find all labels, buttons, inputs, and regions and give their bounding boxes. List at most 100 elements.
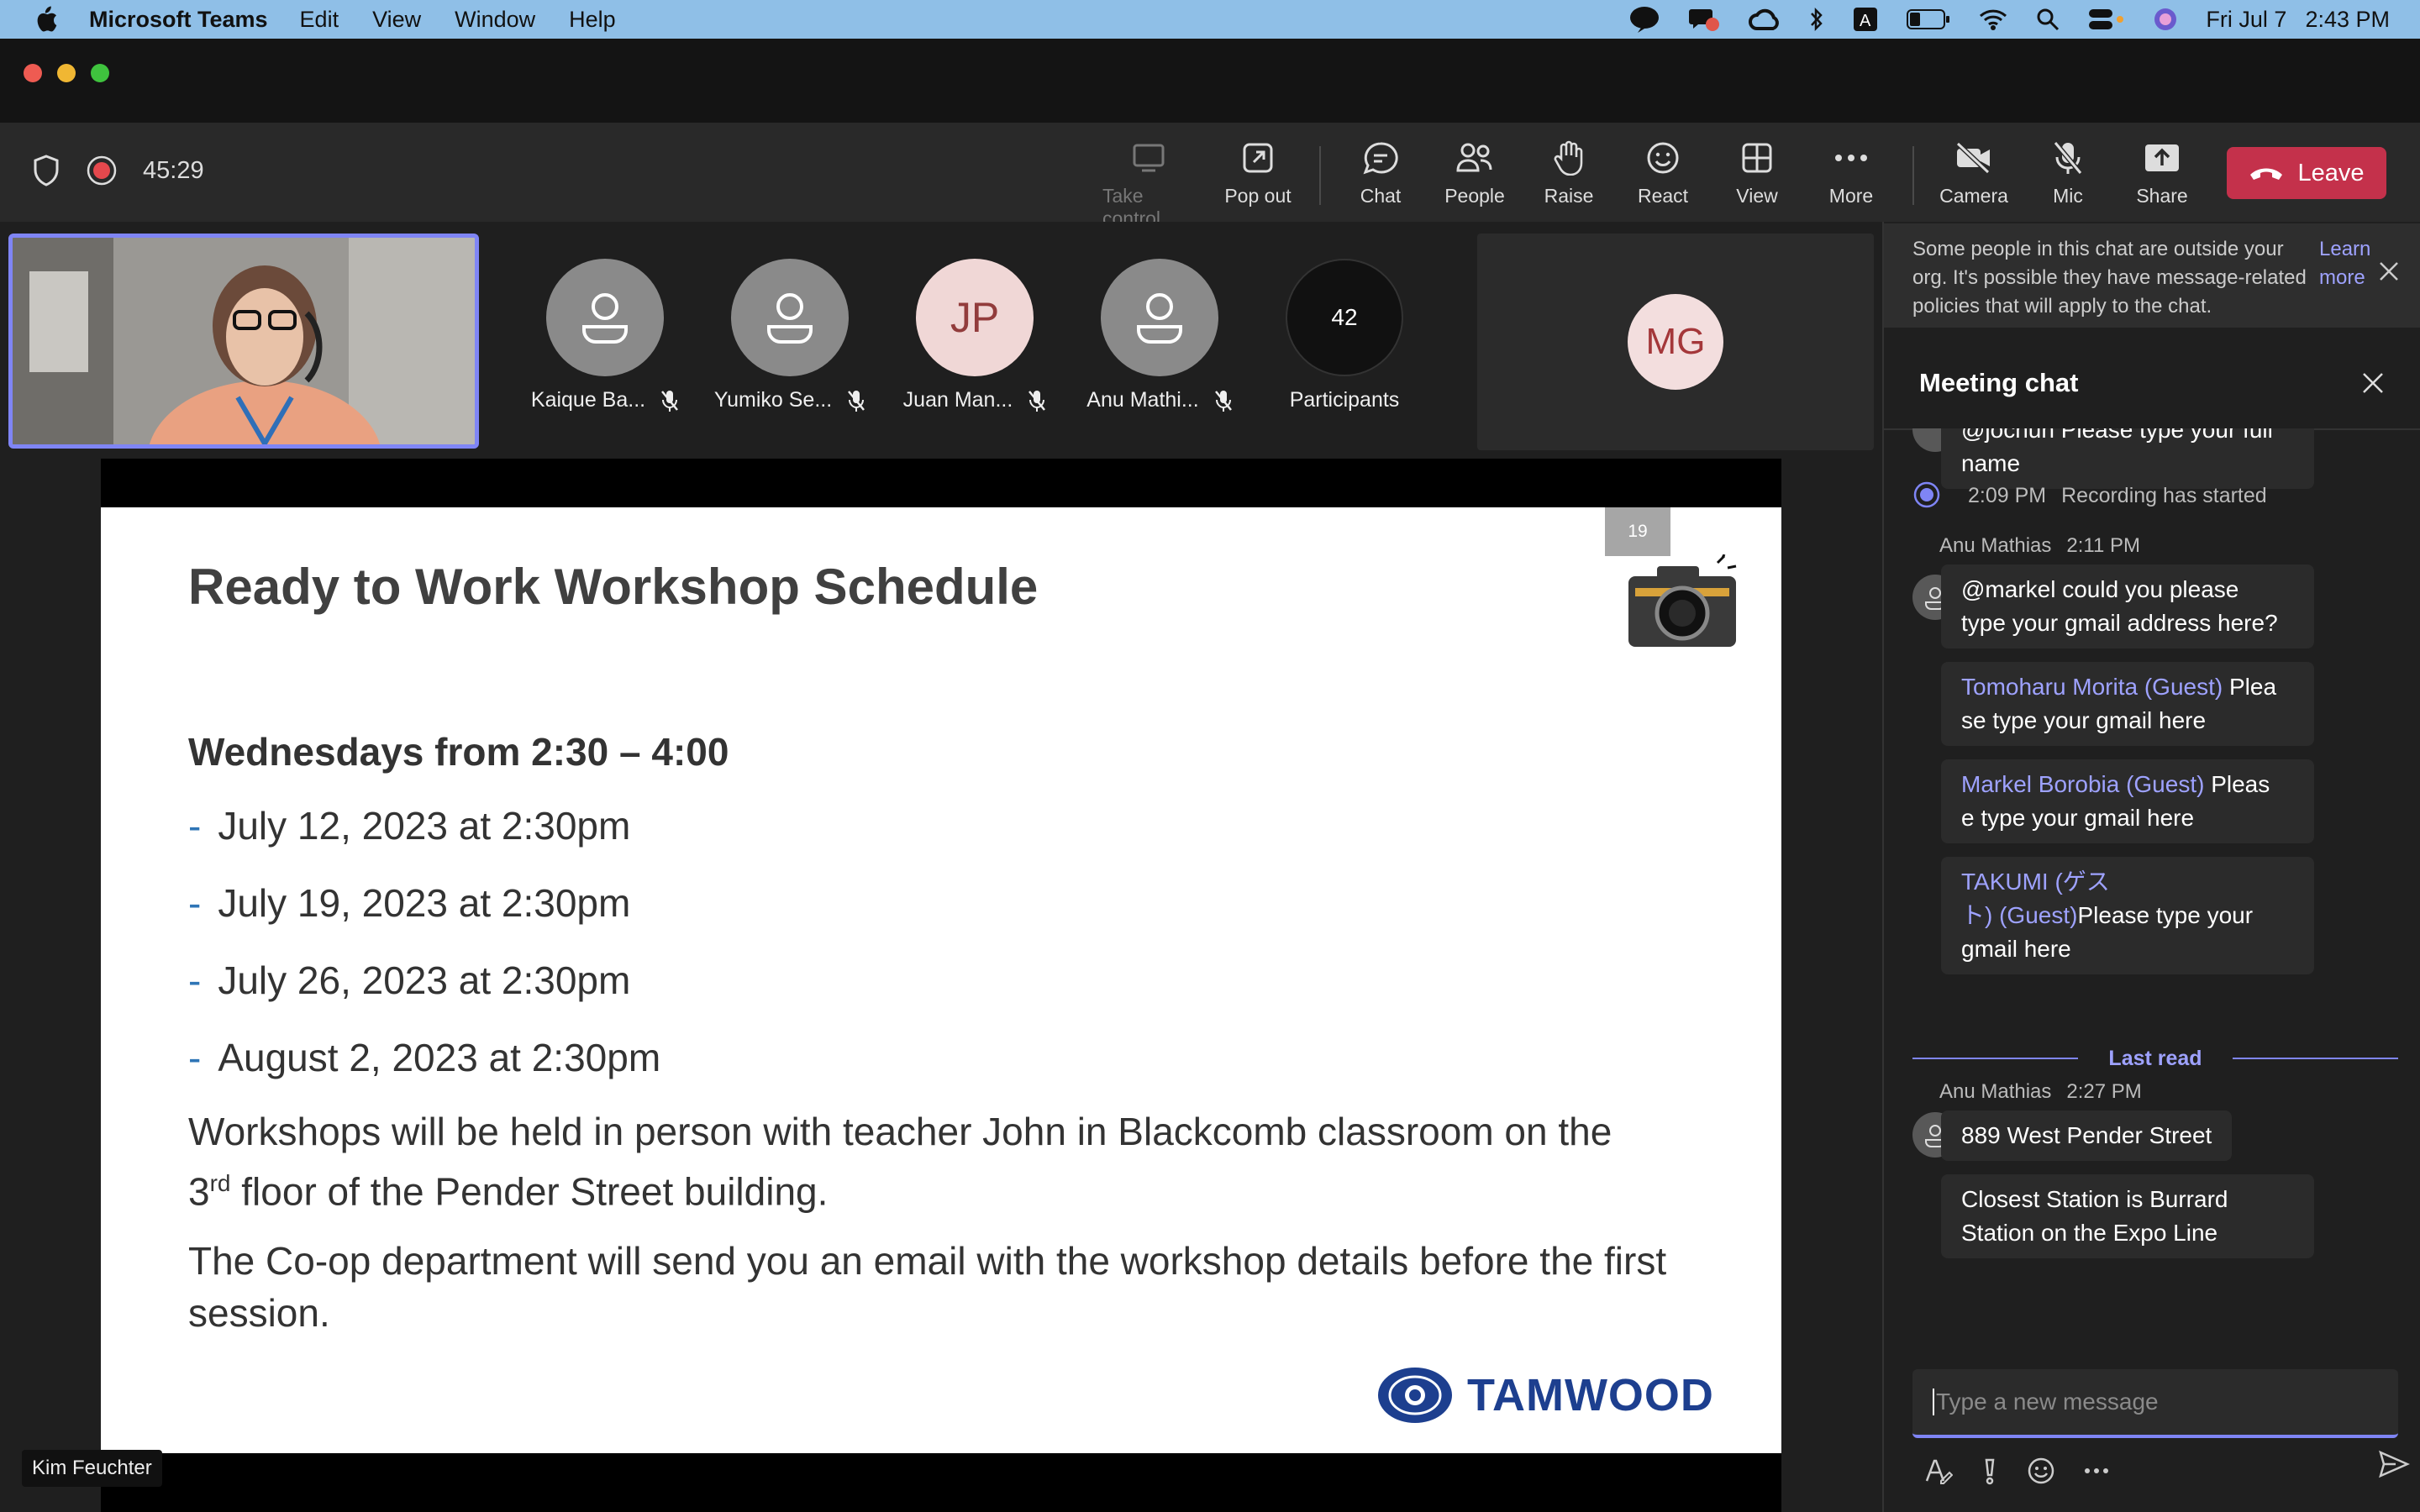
participant-tile-mg[interactable]: MG	[1477, 234, 1874, 450]
message-author: Anu Mathias	[1939, 1080, 2052, 1103]
format-icon[interactable]	[1924, 1457, 1953, 1484]
message-author: Anu Mathias	[1939, 534, 2052, 557]
apple-icon[interactable]	[34, 6, 59, 33]
control-center-icon[interactable]	[2088, 8, 2125, 31]
battery-icon[interactable]	[1907, 9, 1950, 29]
presenter-video[interactable]	[8, 234, 479, 449]
bluetooth-icon[interactable]	[1809, 7, 1824, 32]
guest-name: Tomoharu Morita (Guest)	[1961, 674, 2223, 700]
chat-message[interactable]: Tomoharu Morita (Guest) Plea se type you…	[1941, 662, 2314, 746]
slide-list-item: - July 12, 2023 at 2:30pm	[188, 804, 631, 848]
camera-off-icon	[1954, 141, 1993, 175]
message-compose-box[interactable]	[1912, 1369, 2398, 1438]
last-read-label: Last read	[2108, 1046, 2202, 1070]
chat-title: Meeting chat	[1919, 368, 2079, 397]
avatar: JP	[916, 259, 1034, 376]
avatar	[1101, 259, 1218, 376]
zoom-window-button[interactable]	[91, 64, 109, 82]
system-message: 2:09 PM Recording has started	[1968, 484, 2267, 508]
message-text: type your gmail address here?	[1961, 610, 2278, 636]
chat-notification-icon[interactable]	[1688, 6, 1720, 33]
take-control-button[interactable]: Take control	[1102, 141, 1195, 230]
input-source-icon[interactable]: A	[1853, 7, 1878, 32]
message-text: 889 West Pender Street	[1961, 1122, 2212, 1148]
message-text: Station on the Expo Line	[1961, 1220, 2218, 1246]
mic-label: Mic	[2053, 185, 2083, 207]
message-text: Please type your	[2077, 902, 2254, 928]
chat-message[interactable]: @markel could you please type your gmail…	[1941, 564, 2314, 648]
raise-label: Raise	[1544, 185, 1594, 207]
shield-icon[interactable]	[32, 155, 60, 186]
menu-view[interactable]: View	[372, 7, 421, 33]
participant-tile[interactable]: JP Juan Man...	[886, 259, 1063, 412]
slide-number: 19	[1605, 507, 1670, 556]
send-icon[interactable]	[2378, 1450, 2410, 1478]
message-input[interactable]	[1936, 1389, 2373, 1415]
chat-label: Chat	[1360, 185, 1402, 207]
system-text: Recording has started	[2061, 484, 2267, 507]
paragraph-text: Workshops will be held in person with te…	[188, 1110, 1612, 1153]
chat-button[interactable]: Chat	[1334, 141, 1427, 238]
more-options-icon[interactable]	[2084, 1467, 2109, 1474]
important-icon[interactable]	[1981, 1457, 1998, 1485]
line-status-icon[interactable]	[1629, 6, 1660, 33]
participants-overflow-tile[interactable]: 42 Participants	[1256, 259, 1433, 412]
chat-message-list[interactable]: @jochun Please type your full name 2:09 …	[1884, 428, 2420, 1495]
emoji-icon[interactable]	[2027, 1457, 2055, 1485]
siri-icon[interactable]	[2154, 8, 2177, 31]
menu-clock[interactable]: Fri Jul 7 2:43 PM	[2206, 7, 2390, 33]
camera-button[interactable]: Camera	[1928, 141, 2020, 207]
share-screen-icon	[2144, 141, 2181, 175]
menu-window[interactable]: Window	[455, 7, 535, 33]
people-label: People	[1444, 185, 1505, 207]
minimize-window-button[interactable]	[57, 64, 76, 82]
pop-out-icon	[1242, 141, 1274, 175]
chat-message[interactable]: @jochun Please type your full name	[1941, 428, 2314, 489]
message-time: 2:09 PM	[1968, 484, 2047, 507]
creative-cloud-icon[interactable]	[1749, 7, 1781, 32]
window-title-bar	[0, 39, 2420, 123]
svg-text:A: A	[1860, 12, 1871, 30]
menu-edit[interactable]: Edit	[300, 7, 339, 33]
leave-button[interactable]: Leave	[2227, 147, 2386, 199]
people-button[interactable]: People	[1428, 141, 1521, 207]
menu-help[interactable]: Help	[569, 7, 616, 33]
chat-message[interactable]: Markel Borobia (Guest) Pleas e type your…	[1941, 759, 2314, 843]
learn-more-link[interactable]: Learn more	[2319, 235, 2378, 292]
more-button[interactable]: More	[1805, 141, 1897, 207]
share-button[interactable]: Share	[2116, 141, 2208, 207]
wifi-icon[interactable]	[1979, 8, 2007, 31]
message-text: se type your gmail here	[1961, 707, 2207, 733]
close-icon[interactable]	[2378, 260, 2400, 282]
chat-message[interactable]: Closest Station is Burrard Station on th…	[1941, 1174, 2314, 1258]
mic-button[interactable]: Mic	[2022, 141, 2114, 207]
react-button[interactable]: React	[1617, 141, 1709, 207]
camera-label: Camera	[1939, 185, 2008, 207]
notice-text: Some people in this chat are outside you…	[1912, 238, 2307, 318]
guest-name: ト) (Guest)	[1961, 902, 2078, 928]
guest-name: Markel Borobia (Guest)	[1961, 771, 2205, 797]
message-text: @jochun Please type your full	[1961, 428, 2273, 443]
smiley-icon	[1646, 141, 1680, 175]
message-header: Anu Mathias 2:11 PM	[1939, 534, 2140, 558]
view-button[interactable]: View	[1711, 141, 1803, 207]
chat-message[interactable]: 889 West Pender Street	[1941, 1110, 2233, 1161]
slide-top-bar	[101, 459, 1781, 507]
menu-app-name[interactable]: Microsoft Teams	[89, 7, 268, 33]
raise-hand-button[interactable]: Raise	[1523, 140, 1615, 207]
share-label: Share	[2136, 185, 2188, 207]
close-window-button[interactable]	[24, 64, 42, 82]
chat-message[interactable]: TAKUMI (ゲス ト) (Guest)Please type your gm…	[1941, 857, 2314, 974]
slide-title: Ready to Work Workshop Schedule	[188, 559, 1039, 615]
pop-out-button[interactable]: Pop out	[1212, 141, 1304, 207]
slide-list-item: - August 2, 2023 at 2:30pm	[188, 1036, 661, 1079]
participant-tile[interactable]: Yumiko Se...	[702, 259, 878, 412]
participant-tile[interactable]: Kaique Ba...	[517, 259, 693, 412]
spotlight-search-icon[interactable]	[2036, 8, 2060, 31]
message-text: e type your gmail here	[1961, 805, 2195, 831]
participant-tile[interactable]: Anu Mathi...	[1071, 259, 1248, 412]
take-control-icon	[1132, 141, 1165, 175]
pop-out-label: Pop out	[1224, 185, 1292, 207]
close-chat-icon[interactable]	[2361, 371, 2385, 395]
message-text: Plea	[2223, 674, 2277, 700]
